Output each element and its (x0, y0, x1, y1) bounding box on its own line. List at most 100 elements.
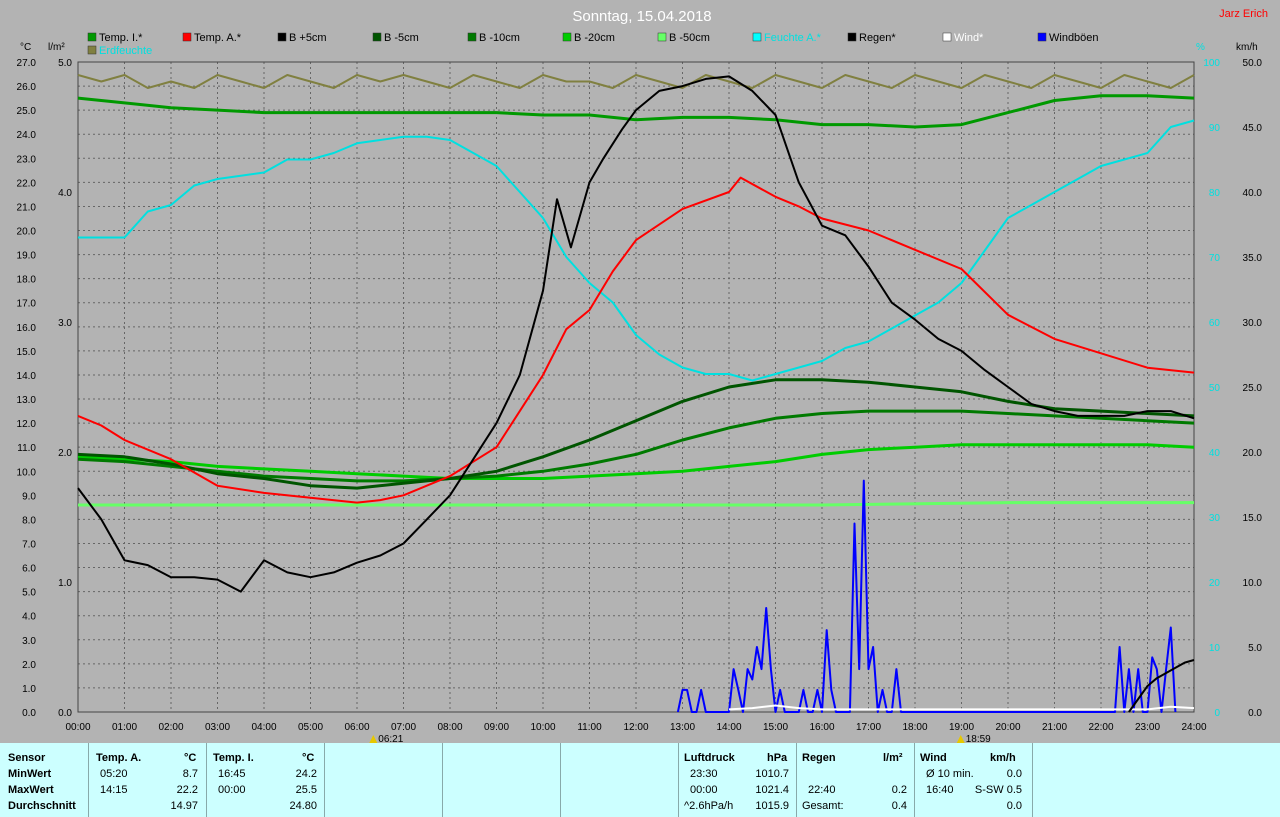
legend-label: Feuchte A.* (764, 32, 822, 44)
legend-swatch (372, 32, 382, 42)
y-temp-tick-label: 9.0 (22, 491, 36, 502)
y-percent-tick-label: 70 (1209, 253, 1221, 264)
temp-a-min: 8.7 (182, 768, 198, 780)
unit-left-rain: l/m² (48, 42, 65, 53)
x-tick-label: 04:00 (251, 722, 276, 733)
luftdruck-trend: ^2.6hPa/h (684, 800, 734, 812)
x-tick-label: 01:00 (112, 722, 137, 733)
sunset-icon (956, 735, 965, 743)
grid (77, 61, 1195, 713)
y-percent-tick-label: 80 (1209, 188, 1221, 199)
y-temp-tick-label: 2.0 (22, 660, 36, 671)
y-percent-tick-label: 0 (1214, 708, 1220, 719)
temp-i-header: Temp. I. (213, 752, 254, 764)
y-wind-tick-label: 25.0 (1243, 383, 1263, 394)
luftdruck-min-time: 23:30 (690, 768, 718, 780)
legend-label: B -10cm (479, 32, 520, 44)
legend-swatch (467, 32, 477, 42)
y-temp-tick-label: 11.0 (17, 443, 36, 454)
luftdruck-header: Luftdruck (684, 752, 735, 764)
wind-header: Wind (920, 752, 947, 764)
temp-i-min: 24.2 (295, 768, 317, 780)
legend-label: Windböen (1049, 32, 1099, 44)
x-tick-label: 15:00 (763, 722, 788, 733)
y-temp-tick-label: 5.0 (22, 588, 36, 599)
axes: 00:00 01:00 02:00 03:00 04:00 05:00 06:00 07:00… (17, 58, 1263, 733)
x-tick-label: 13:00 (670, 722, 695, 733)
luftdruck-max-time: 00:00 (690, 784, 718, 796)
legend-swatch (87, 45, 97, 55)
author-label: Jarz Erich (1219, 8, 1268, 20)
sun-markers: 06:21 18:59 (369, 734, 991, 743)
chart-title: Sonntag, 15.04.2018 (572, 8, 711, 25)
y-wind-tick-label: 10.0 (1243, 578, 1263, 589)
legend-swatch (847, 32, 857, 42)
legend-label: B -50cm (669, 32, 710, 44)
y-wind-tick-label: 0.0 (1248, 708, 1262, 719)
x-tick-label: 17:00 (856, 722, 881, 733)
y-temp-tick-label: 20.0 (17, 227, 37, 238)
y-temp-tick-label: 13.0 (17, 395, 37, 406)
y-temp-tick-label: 3.0 (22, 636, 36, 647)
legend-label: Wind* (954, 32, 984, 44)
maxwert-label: MaxWert (8, 784, 54, 796)
legend: Temp. I.* Temp. A.* B +5cm B -5cm B -10cm B -… (87, 32, 1099, 57)
y-temp-tick-label: 27.0 (17, 58, 37, 69)
wind-max-time: 16:40 (926, 784, 954, 796)
temp-a-max-time: 14:15 (100, 784, 128, 796)
regen-unit: l/m² (883, 752, 903, 764)
y-temp-tick-label: 7.0 (22, 539, 36, 550)
regen-total: 0.4 (891, 800, 907, 812)
y-wind-tick-label: 45.0 (1243, 123, 1263, 134)
statistics-panel: Sensor MinWert MaxWert Durchschnitt Temp… (0, 743, 1280, 817)
luftdruck-avg: 1015.9 (755, 800, 789, 812)
y-wind-tick-label: 20.0 (1243, 448, 1263, 459)
regen-header: Regen (802, 752, 836, 764)
series-feuchte-a (78, 119, 1195, 382)
legend-label: Temp. A.* (194, 32, 242, 44)
legend-label: B +5cm (289, 32, 327, 44)
legend-swatch (87, 32, 97, 42)
legend-swatch (562, 32, 572, 42)
x-tick-label: 10:00 (530, 722, 555, 733)
temp-i-min-time: 16:45 (218, 768, 246, 780)
temp-a-header: Temp. A. (96, 752, 142, 764)
legend-swatch (752, 32, 762, 42)
x-tick-label: 19:00 (949, 722, 974, 733)
x-tick-label: 06:00 (344, 722, 369, 733)
y-temp-tick-label: 25.0 (17, 106, 37, 117)
temp-i-avg: 24.80 (289, 800, 317, 812)
y-temp-tick-label: 24.0 (17, 130, 37, 141)
x-tick-label: 00:00 (65, 722, 90, 733)
legend-label: B -20cm (574, 32, 615, 44)
y-temp-tick-label: 14.0 (17, 371, 37, 382)
y-percent-tick-label: 30 (1209, 513, 1221, 524)
legend-label: Temp. I.* (99, 32, 143, 44)
y-rain-tick-label: 4.0 (58, 188, 72, 199)
unit-right-percent: % (1196, 42, 1205, 53)
y-temp-tick-label: 0.0 (22, 708, 36, 719)
temp-i-max-time: 00:00 (218, 784, 246, 796)
minwert-label: MinWert (8, 768, 52, 780)
y-temp-tick-label: 6.0 (22, 564, 36, 575)
y-percent-tick-label: 40 (1209, 448, 1221, 459)
y-wind-tick-label: 15.0 (1243, 513, 1263, 524)
x-tick-label: 14:00 (716, 722, 741, 733)
y-percent-tick-label: 60 (1209, 318, 1221, 329)
luftdruck-max: 1021.4 (755, 784, 789, 796)
weather-chart: Sonntag, 15.04.2018 Jarz Erich Temp. I.*… (17, 8, 1268, 743)
y-temp-tick-label: 26.0 (17, 82, 37, 93)
regen-max: 0.2 (891, 784, 907, 796)
y-percent-tick-label: 10 (1209, 643, 1221, 654)
y-temp-tick-label: 4.0 (22, 612, 36, 623)
x-tick-label: 08:00 (437, 722, 462, 733)
x-tick-label: 20:00 (995, 722, 1020, 733)
x-tick-label: 24:00 (1181, 722, 1206, 733)
x-tick-label: 07:00 (391, 722, 416, 733)
unit-right-wind: km/h (1236, 42, 1258, 53)
x-tick-label: 12:00 (623, 722, 648, 733)
regen-max-time: 22:40 (808, 784, 836, 796)
legend-label: Erdfeuchte (99, 45, 152, 57)
legend-swatch (657, 32, 667, 42)
y-temp-tick-label: 10.0 (17, 467, 37, 478)
